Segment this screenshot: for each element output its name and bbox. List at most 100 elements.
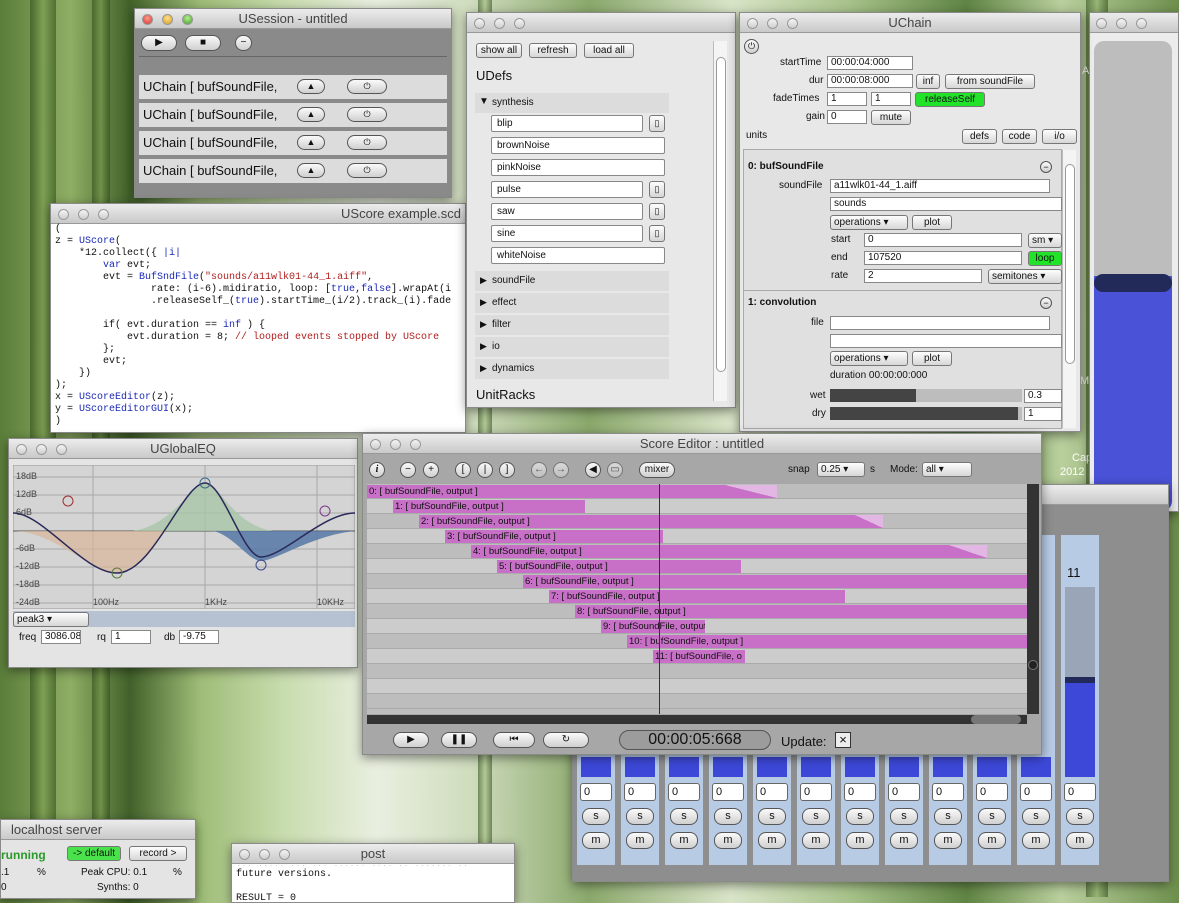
update-checkbox[interactable]: × [835,732,851,748]
channel-value-field[interactable]: 0 [844,783,876,801]
close-button[interactable] [474,18,485,29]
document-icon[interactable]: ▯ [649,225,665,242]
uchain-row[interactable]: UChain [ bufSoundFile, ▲ ⏻ [139,75,447,99]
channel-fader[interactable] [581,757,611,777]
close-button[interactable] [1096,18,1107,29]
udef-group[interactable]: ▶ io [475,337,669,357]
track-lane[interactable] [367,679,1027,694]
udef-group[interactable]: ▶ filter [475,315,669,335]
zoom-button[interactable] [56,444,67,455]
bracket-right-icon[interactable]: ] [499,462,515,478]
udef-item[interactable]: pinkNoise [491,159,665,176]
channel-fader[interactable] [757,757,787,777]
remove-unit-button[interactable]: − [1040,297,1052,309]
channel-value-field[interactable]: 0 [1064,783,1096,801]
channel-value-field[interactable]: 0 [976,783,1008,801]
udef-group[interactable]: ▶ effect [475,293,669,313]
back-arrow-icon[interactable]: ← [531,462,547,478]
channel-fader[interactable] [713,757,743,777]
channel-fader[interactable] [889,757,919,777]
inf-button[interactable]: inf [916,74,940,89]
close-button[interactable] [58,209,69,220]
dry-slider[interactable] [830,407,1022,420]
channel-fader[interactable] [801,757,831,777]
document-icon[interactable]: ▯ [649,181,665,198]
score-event[interactable]: 2: [ bufSoundFile, output ] [419,515,883,528]
gain-field[interactable]: 0 [827,110,867,124]
minimize-button[interactable] [390,439,401,450]
end-field[interactable]: 107520 [864,251,1022,265]
playhead[interactable] [659,484,660,714]
mute-button[interactable]: m [670,832,698,849]
split-icon[interactable]: | [477,462,493,478]
pause-button[interactable]: ❚❚ [441,732,477,748]
mute-button[interactable]: m [758,832,786,849]
dry-field[interactable]: 1 [1024,407,1062,421]
mute-button[interactable]: m [626,832,654,849]
remove-button[interactable]: − [235,35,252,51]
score-event[interactable]: 3: [ bufSoundFile, output ] [445,530,663,543]
speaker-icon[interactable]: ◀ [585,462,601,478]
track-lane[interactable] [367,694,1027,709]
solo-button[interactable]: s [1066,808,1094,825]
bracket-left-icon[interactable]: [ [455,462,471,478]
channel-fader[interactable] [1021,757,1051,777]
start-unit-dropdown[interactable]: sm ▾ [1028,233,1062,248]
udef-item[interactable]: brownNoise [491,137,665,154]
document-icon[interactable]: ▯ [649,203,665,220]
solo-button[interactable]: s [626,808,654,825]
fade-in-field[interactable]: 1 [827,92,867,106]
code-editor[interactable]: ( z = UScore( *12.collect({ |i| var evt;… [55,224,451,428]
channel-fader[interactable] [1065,587,1095,777]
channel-value-field[interactable]: 0 [932,783,964,801]
mode-dropdown[interactable]: all ▾ [922,462,972,477]
plot-button[interactable]: plot [912,215,952,230]
channel-value-field[interactable]: 0 [712,783,744,801]
file-field[interactable] [830,316,1050,330]
channel-value-field[interactable]: 0 [888,783,920,801]
channel-value-field[interactable]: 0 [624,783,656,801]
power-icon[interactable]: ⏻ [347,163,387,178]
power-icon[interactable]: ⏻ [347,107,387,122]
channel-value-field[interactable]: 0 [1020,783,1052,801]
dur-field[interactable]: 00:00:08:000 [827,74,913,88]
udef-item[interactable]: sine [491,225,643,242]
db-field[interactable]: -9.75 [179,630,219,644]
rewind-button[interactable]: ⏮ [493,732,535,748]
minimize-button[interactable] [494,18,505,29]
score-event[interactable]: 4: [ bufSoundFile, output ] [471,545,987,558]
load-all-button[interactable]: load all [584,43,634,58]
channel-fader[interactable] [845,757,875,777]
solo-button[interactable]: s [890,808,918,825]
zoom-button[interactable] [514,18,525,29]
mute-button[interactable]: mute [871,110,911,125]
mute-button[interactable]: m [846,832,874,849]
mute-button[interactable]: m [1066,832,1094,849]
wet-slider[interactable] [830,389,1022,402]
forward-arrow-icon[interactable]: → [553,462,569,478]
record-button[interactable]: record > [129,846,187,861]
rate-field[interactable]: 2 [864,269,982,283]
volume-slider-track[interactable] [1094,41,1172,511]
show-all-button[interactable]: show all [476,43,522,58]
score-event[interactable]: 11: [ bufSoundFile, o [653,650,745,663]
freq-field[interactable]: 3086.08 [41,630,81,644]
score-event[interactable]: 8: [ bufSoundFile, output ] [575,605,1027,618]
solo-button[interactable]: s [670,808,698,825]
udef-item[interactable]: blip [491,115,643,132]
score-event[interactable]: 10: [ bufSoundFile, output ] [627,635,1027,648]
uchain-row[interactable]: UChain [ bufSoundFile, ▲ ⏻ [139,103,447,127]
zoom-button[interactable] [98,209,109,220]
channel-value-field[interactable]: 0 [580,783,612,801]
document-icon[interactable]: ▯ [649,115,665,132]
mute-button[interactable]: m [978,832,1006,849]
channel-value-field[interactable]: 0 [756,783,788,801]
refresh-button[interactable]: refresh [529,43,577,58]
operations-dropdown[interactable]: operations ▾ [830,351,908,366]
mute-button[interactable]: m [1022,832,1050,849]
play-button[interactable]: ▶ [141,35,177,51]
solo-button[interactable]: s [758,808,786,825]
minimize-button[interactable] [78,209,89,220]
mute-button[interactable]: m [890,832,918,849]
zoom-button[interactable] [410,439,421,450]
